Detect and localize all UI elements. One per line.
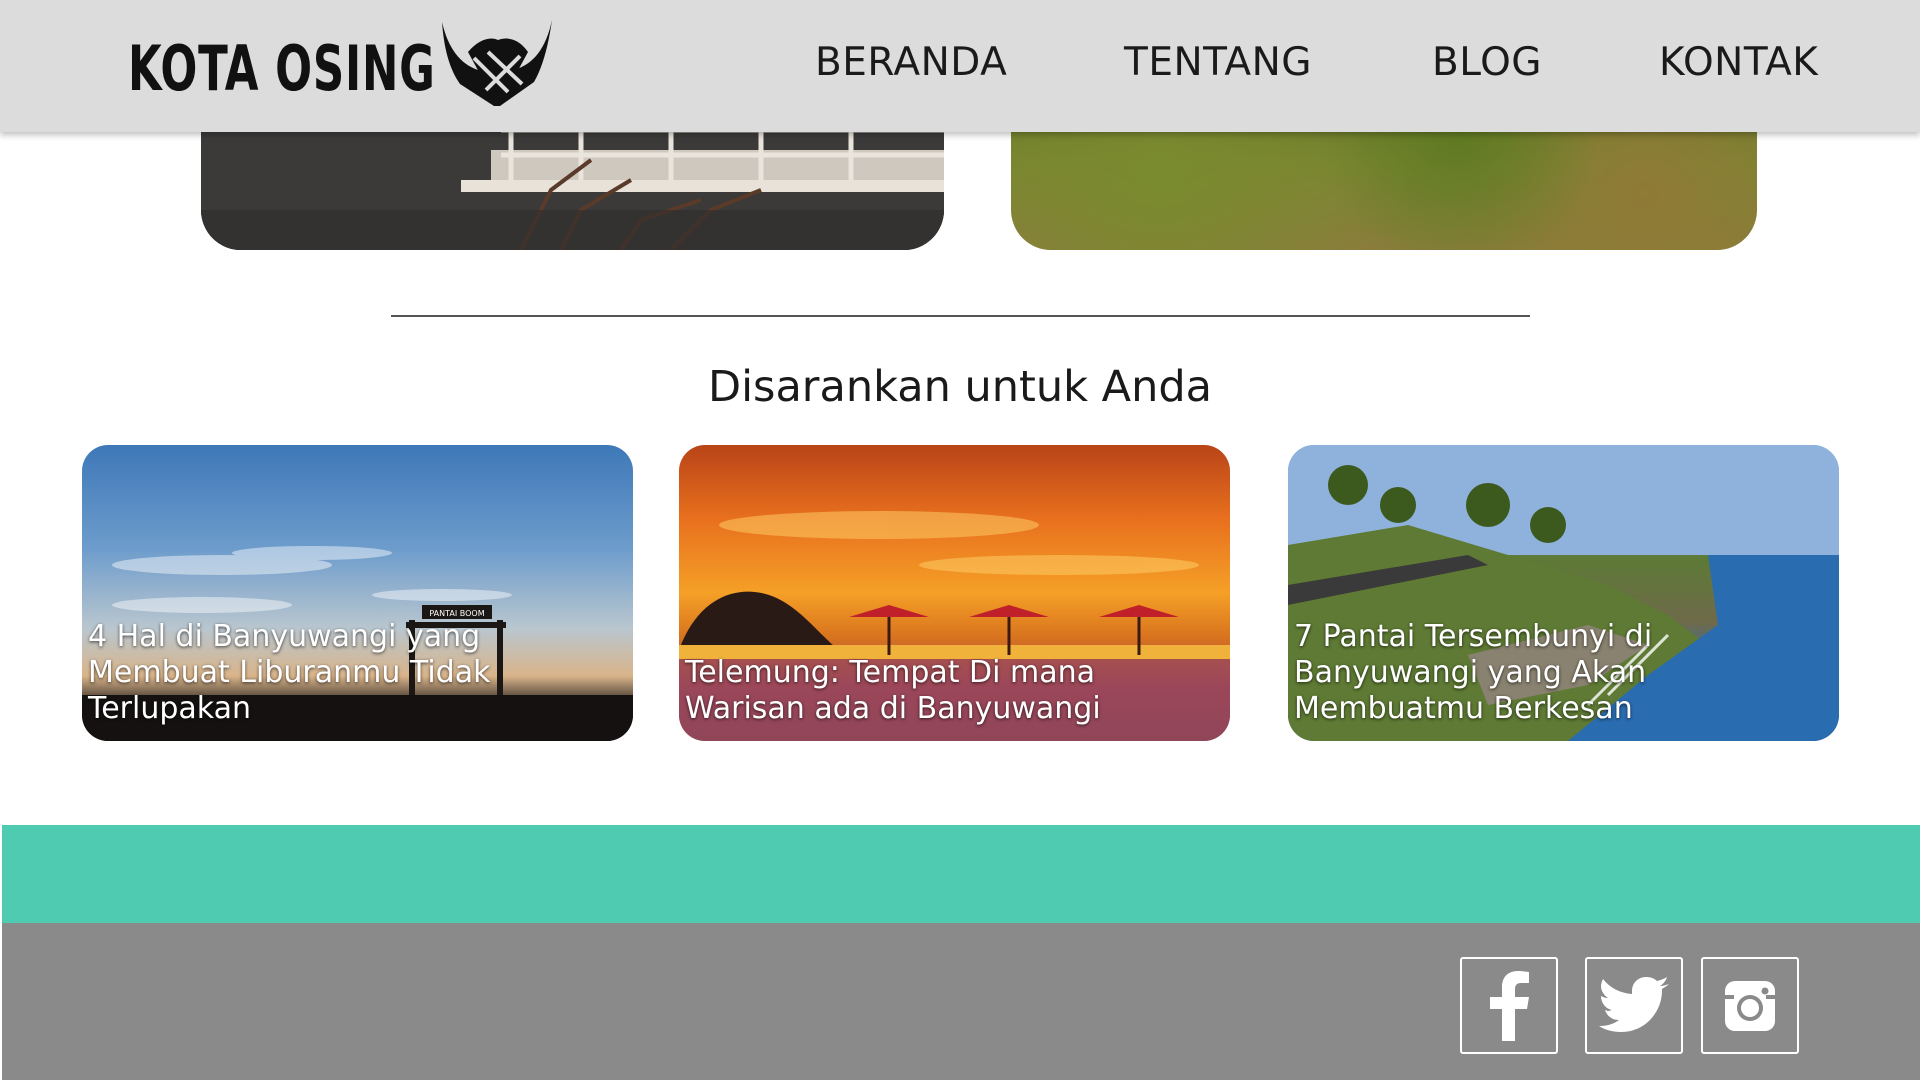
instagram-icon <box>1725 980 1775 1031</box>
main-nav: BERANDA TENTANG BLOG KONTAK <box>0 40 1920 94</box>
pantai-boom-sign: PANTAI BOOM <box>429 609 484 618</box>
twitter-icon <box>1599 976 1669 1032</box>
instagram-button[interactable] <box>1701 957 1799 1054</box>
nav-tentang[interactable]: TENTANG <box>1124 40 1312 85</box>
facebook-icon <box>1490 970 1529 1041</box>
nav-blog[interactable]: BLOG <box>1432 40 1542 85</box>
footer-accent-band <box>2 825 1920 923</box>
twitter-button[interactable] <box>1585 957 1683 1054</box>
recommendation-title: Telemung: Tempat Di mana Warisan ada di … <box>685 655 1101 726</box>
recommendation-card[interactable]: 7 Pantai Tersembunyi di Banyuwangi yang … <box>1288 445 1839 741</box>
facebook-button[interactable] <box>1460 957 1558 1054</box>
recommendation-card[interactable]: Telemung: Tempat Di mana Warisan ada di … <box>679 445 1230 741</box>
recommendation-title: 4 Hal di Banyuwangi yang Membuat Liburan… <box>88 619 491 726</box>
nav-kontak[interactable]: KONTAK <box>1659 40 1818 85</box>
section-divider <box>391 315 1530 317</box>
recommendation-title: 7 Pantai Tersembunyi di Banyuwangi yang … <box>1294 619 1653 726</box>
site-header: KOTA OSING BERANDA TENTANG BLOG KONTAK <box>0 0 1920 132</box>
recommendations-heading: Disarankan untuk Anda <box>707 362 1212 412</box>
recommendation-card[interactable]: PANTAI BOOM 4 Hal di Banyuwangi yang Mem… <box>82 445 633 741</box>
nav-beranda[interactable]: BERANDA <box>815 40 1007 85</box>
